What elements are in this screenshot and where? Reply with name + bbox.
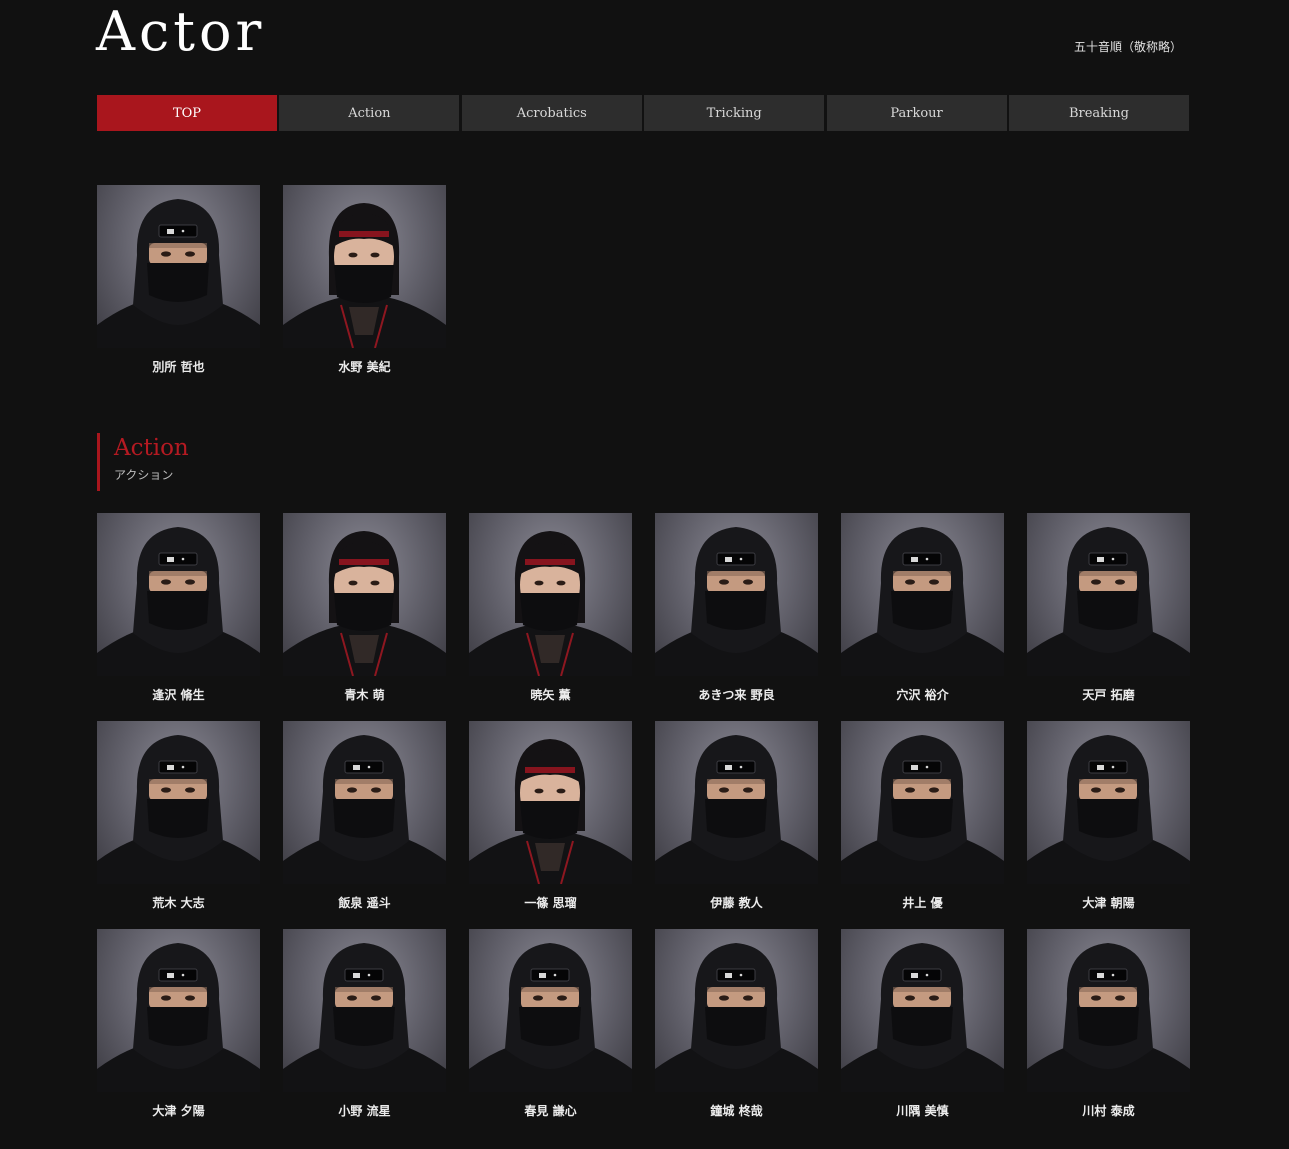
section-title: Action (114, 435, 189, 461)
tab-parkour[interactable]: Parkour (826, 95, 1007, 131)
actor-card[interactable]: 川隅 美慎 (841, 929, 1004, 1119)
actor-photo[interactable] (841, 721, 1004, 884)
actor-card[interactable]: 春見 謙心 (469, 929, 632, 1119)
actor-card[interactable]: 逢沢 脩生 (97, 513, 260, 703)
actor-name: 大津 朝陽 (1082, 896, 1135, 910)
actor-name: 一篠 思瑠 (524, 896, 577, 910)
tab-breaking[interactable]: Breaking (1008, 95, 1189, 131)
page-title: Actor (96, 0, 266, 63)
ninja-portrait-icon (469, 739, 632, 884)
actor-photo[interactable] (841, 929, 1004, 1092)
category-tabs: TOP Action Acrobatics Tricking Parkour B… (97, 95, 1189, 131)
actor-card[interactable]: 川村 泰成 (1027, 929, 1190, 1119)
actor-card[interactable]: 井上 優 (841, 721, 1004, 911)
actor-photo[interactable] (283, 721, 446, 884)
ninja-portrait-icon (1027, 735, 1190, 884)
actor-card[interactable]: 小野 流星 (283, 929, 446, 1119)
actor-name: 穴沢 裕介 (896, 688, 949, 702)
actor-name: 伊藤 教人 (710, 896, 763, 910)
actor-name: 水野 美紀 (338, 360, 391, 374)
actor-name: 天戸 拓磨 (1082, 688, 1135, 702)
actor-photo[interactable] (97, 185, 260, 348)
actor-card[interactable]: 水野 美紀 (283, 185, 446, 375)
tab-tricking[interactable]: Tricking (644, 95, 825, 131)
actor-name: あきつ来 野良 (698, 688, 775, 702)
actor-photo[interactable] (655, 929, 818, 1092)
actor-name: 荒木 大志 (152, 896, 205, 910)
actor-card[interactable]: 一篠 思瑠 (469, 721, 632, 911)
actor-card[interactable]: 暁矢 薫 (469, 513, 632, 703)
actor-photo[interactable] (1027, 513, 1190, 676)
actor-card[interactable]: 穴沢 裕介 (841, 513, 1004, 703)
actor-photo[interactable] (283, 185, 446, 348)
actor-photo[interactable] (655, 721, 818, 884)
actor-card[interactable]: 天戸 拓磨 (1027, 513, 1190, 703)
actor-photo[interactable] (97, 721, 260, 884)
ninja-portrait-icon (469, 531, 632, 676)
actor-card[interactable]: 別所 哲也 (97, 185, 260, 375)
ninja-portrait-icon (283, 943, 446, 1092)
top-actor-grid: 別所 哲也 水野 美紀 (97, 185, 1189, 375)
actor-photo[interactable] (283, 513, 446, 676)
ninja-portrait-icon (97, 199, 260, 348)
ninja-portrait-icon (841, 735, 1004, 884)
ninja-portrait-icon (97, 943, 260, 1092)
action-actor-grid: 逢沢 脩生 青木 萌 暁矢 薫 あきつ来 野良 穴沢 裕介 天戸 拓磨 荒木 大… (97, 513, 1190, 1119)
ninja-portrait-icon (841, 527, 1004, 676)
actor-card[interactable]: 飯泉 遥斗 (283, 721, 446, 911)
ninja-portrait-icon (97, 735, 260, 884)
section-subtitle: アクション (114, 468, 174, 482)
ninja-portrait-icon (283, 531, 446, 676)
ninja-portrait-icon (841, 943, 1004, 1092)
actor-photo[interactable] (283, 929, 446, 1092)
action-section-heading: Action アクション (97, 433, 189, 491)
actor-name: 逢沢 脩生 (152, 688, 205, 702)
tab-action[interactable]: Action (279, 95, 460, 131)
actor-name: 大津 夕陽 (152, 1104, 205, 1118)
actor-photo[interactable] (469, 513, 632, 676)
tab-top[interactable]: TOP (97, 95, 277, 131)
ninja-portrait-icon (469, 943, 632, 1092)
actor-photo[interactable] (469, 721, 632, 884)
actor-name: 別所 哲也 (152, 360, 205, 374)
actor-photo[interactable] (1027, 721, 1190, 884)
ninja-portrait-icon (97, 527, 260, 676)
actor-card[interactable]: 荒木 大志 (97, 721, 260, 911)
actor-name: 川村 泰成 (1082, 1104, 1135, 1118)
tab-acrobatics[interactable]: Acrobatics (461, 95, 642, 131)
actor-card[interactable]: あきつ来 野良 (655, 513, 818, 703)
ninja-portrait-icon (655, 943, 818, 1092)
actor-card[interactable]: 大津 朝陽 (1027, 721, 1190, 911)
actor-card[interactable]: 鐘城 柊哉 (655, 929, 818, 1119)
actor-name: 暁矢 薫 (530, 688, 571, 702)
actor-photo[interactable] (97, 513, 260, 676)
actor-card[interactable]: 大津 夕陽 (97, 929, 260, 1119)
actor-photo[interactable] (655, 513, 818, 676)
ninja-portrait-icon (283, 735, 446, 884)
actor-photo[interactable] (841, 513, 1004, 676)
actor-name: 飯泉 遥斗 (338, 896, 391, 910)
actor-photo[interactable] (97, 929, 260, 1092)
actor-name: 青木 萌 (344, 688, 385, 702)
ninja-portrait-icon (655, 735, 818, 884)
sort-order-note: 五十音順（敬称略） (1073, 40, 1182, 54)
actor-name: 鐘城 柊哉 (710, 1104, 763, 1118)
actor-photo[interactable] (1027, 929, 1190, 1092)
ninja-portrait-icon (283, 203, 446, 348)
ninja-portrait-icon (655, 527, 818, 676)
actor-name: 川隅 美慎 (896, 1104, 949, 1118)
actor-card[interactable]: 青木 萌 (283, 513, 446, 703)
actor-name: 井上 優 (902, 896, 943, 910)
ninja-portrait-icon (1027, 527, 1190, 676)
actor-card[interactable]: 伊藤 教人 (655, 721, 818, 911)
actor-photo[interactable] (469, 929, 632, 1092)
actor-name: 小野 流星 (338, 1104, 391, 1118)
actor-name: 春見 謙心 (524, 1104, 577, 1118)
ninja-portrait-icon (1027, 943, 1190, 1092)
